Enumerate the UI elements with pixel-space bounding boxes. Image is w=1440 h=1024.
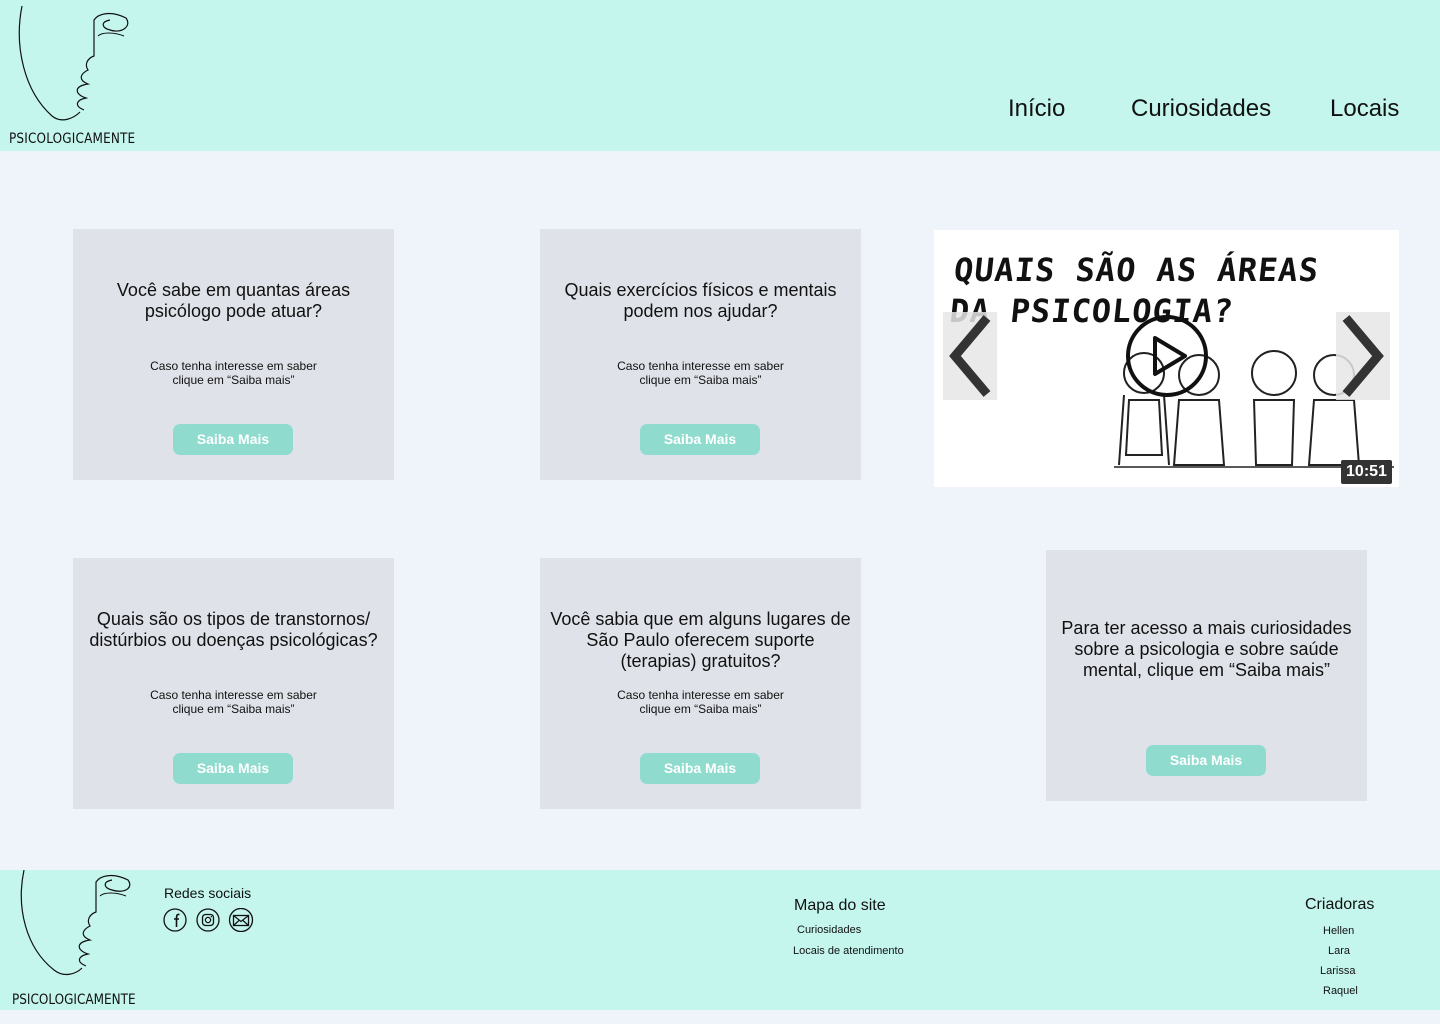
carousel-prev-button[interactable] xyxy=(943,312,997,400)
info-card: Quais são os tipos de transtornos/ distú… xyxy=(73,558,394,809)
brand-name: PSICOLOGICAMENTE xyxy=(9,131,136,147)
info-card: Quais exercícios físicos e mentais podem… xyxy=(540,229,861,480)
footer-brand-name: PSICOLOGICAMENTE xyxy=(12,992,136,1008)
saiba-mais-button[interactable]: Saiba Mais xyxy=(640,753,760,784)
info-card: Você sabia que em alguns lugares de São … xyxy=(540,558,861,809)
nav-curiosidades[interactable]: Curiosidades xyxy=(1131,95,1271,123)
card-title: Quais são os tipos de transtornos/ distú… xyxy=(89,609,378,650)
saiba-mais-button[interactable]: Saiba Mais xyxy=(640,424,760,455)
sitemap-heading: Mapa do site xyxy=(794,897,886,914)
card-title: Você sabia que em alguns lugares de São … xyxy=(550,609,851,671)
play-icon xyxy=(1126,315,1208,397)
card-title: Quais exercícios físicos e mentais podem… xyxy=(564,280,837,321)
creator-name: Hellen xyxy=(1323,925,1355,937)
face-line-art-icon xyxy=(18,6,129,121)
chevron-left-icon xyxy=(949,315,991,397)
info-card: Para ter acesso a mais curiosidades sobr… xyxy=(1046,550,1367,801)
card-title: Para ter acesso a mais curiosidades sobr… xyxy=(1061,618,1352,680)
facebook-icon[interactable] xyxy=(163,908,187,932)
brand-logo[interactable]: PSICOLOGICAMENTE xyxy=(8,0,138,151)
instagram-icon[interactable] xyxy=(196,908,220,932)
social-heading: Redes sociais xyxy=(164,885,252,901)
card-subtitle: Caso tenha interesse em saber clique em … xyxy=(617,688,784,716)
video-carousel[interactable]: QUAIS SÃO AS ÁREAS DA PSICOLOGIA? 10:51 xyxy=(934,230,1399,487)
carousel-next-button[interactable] xyxy=(1336,312,1390,400)
video-title-line1: QUAIS SÃO AS ÁREAS xyxy=(952,251,1321,289)
site-header: PSICOLOGICAMENTE Início Curiosidades Loc… xyxy=(0,0,1440,151)
card-title: Você sabe em quantas áreas psicólogo pod… xyxy=(116,280,351,321)
saiba-mais-button[interactable]: Saiba Mais xyxy=(173,753,293,784)
saiba-mais-button[interactable]: Saiba Mais xyxy=(173,424,293,455)
play-button[interactable] xyxy=(1125,314,1209,398)
email-icon[interactable] xyxy=(228,907,254,933)
site-footer: PSICOLOGICAMENTE Redes sociais Mapa do s… xyxy=(0,870,1440,1010)
saiba-mais-button[interactable]: Saiba Mais xyxy=(1146,745,1266,776)
face-line-art-icon xyxy=(20,870,131,976)
footer-logo[interactable]: PSICOLOGICAMENTE xyxy=(10,870,140,1010)
creators-heading: Criadoras xyxy=(1305,896,1375,913)
nav-inicio[interactable]: Início xyxy=(1008,95,1065,123)
info-card: Você sabe em quantas áreas psicólogo pod… xyxy=(73,229,394,480)
sitemap-link-curiosidades[interactable]: Curiosidades xyxy=(797,924,861,936)
card-subtitle: Caso tenha interesse em saber clique em … xyxy=(150,688,317,716)
chevron-right-icon xyxy=(1342,315,1384,397)
creator-name: Larissa xyxy=(1320,965,1356,977)
nav-locais[interactable]: Locais xyxy=(1330,95,1399,123)
creator-name: Lara xyxy=(1328,945,1351,957)
creator-name: Raquel xyxy=(1323,985,1358,997)
card-subtitle: Caso tenha interesse em saber clique em … xyxy=(617,359,784,387)
sitemap-link-locais[interactable]: Locais de atendimento xyxy=(793,945,912,957)
card-subtitle: Caso tenha interesse em saber clique em … xyxy=(150,359,317,387)
video-duration-badge: 10:51 xyxy=(1341,460,1392,484)
